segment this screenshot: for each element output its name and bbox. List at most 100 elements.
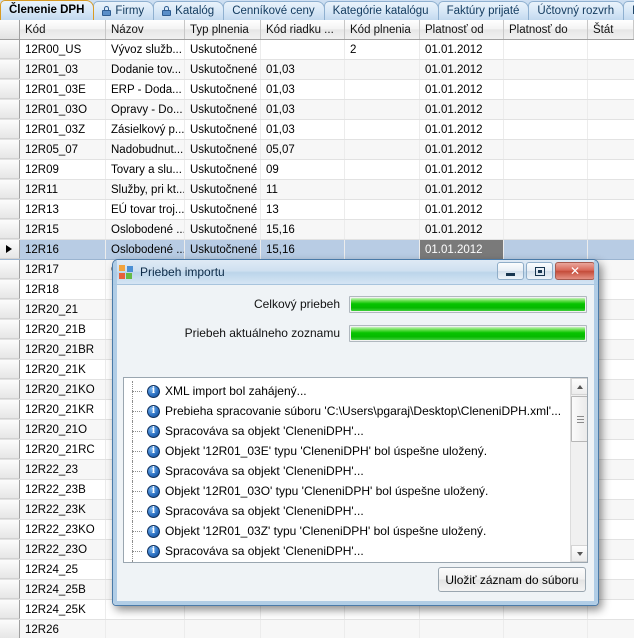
table-cell[interactable]: 12R20_21KR	[20, 400, 106, 419]
table-cell[interactable]: 12R09	[20, 160, 106, 179]
table-cell[interactable]: 12R22_23B	[20, 480, 106, 499]
table-cell[interactable]: 12R22_23KO	[20, 520, 106, 539]
table-cell[interactable]: Uskutočnené	[185, 160, 261, 179]
table-cell[interactable]	[420, 620, 504, 638]
row-indicator[interactable]	[0, 160, 20, 179]
table-cell[interactable]	[588, 100, 634, 119]
table-cell[interactable]: ERP - Doda...	[106, 80, 185, 99]
table-cell[interactable]	[504, 120, 588, 139]
row-indicator[interactable]	[0, 200, 20, 219]
row-indicator[interactable]	[0, 140, 20, 159]
table-cell[interactable]: 01,03	[261, 80, 345, 99]
row-indicator[interactable]	[0, 600, 20, 619]
table-cell[interactable]: 12R13	[20, 200, 106, 219]
table-cell[interactable]	[504, 180, 588, 199]
table-cell[interactable]	[504, 620, 588, 638]
row-indicator[interactable]	[0, 60, 20, 79]
table-cell[interactable]	[345, 140, 420, 159]
row-indicator[interactable]	[0, 540, 20, 559]
table-cell[interactable]: 09	[261, 160, 345, 179]
table-cell[interactable]: Opravy - Do...	[106, 100, 185, 119]
table-cell[interactable]: Uskutočnené	[185, 80, 261, 99]
row-indicator[interactable]	[0, 500, 20, 519]
table-cell[interactable]	[504, 40, 588, 59]
table-cell[interactable]: 12R01_03	[20, 60, 106, 79]
table-cell[interactable]	[588, 140, 634, 159]
table-cell[interactable]: 01.01.2012	[420, 220, 504, 239]
list-item[interactable]: iObjekt '12R20_21KO' typu 'CleneniDPH' b…	[124, 561, 570, 562]
list-item[interactable]: i Spracováva sa objekt 'CleneniDPH'...	[124, 501, 570, 521]
table-cell[interactable]	[588, 620, 634, 638]
row-indicator[interactable]	[0, 280, 20, 299]
table-cell[interactable]: 01.01.2012	[420, 120, 504, 139]
list-item[interactable]: i Spracováva sa objekt 'CleneniDPH'...	[124, 461, 570, 481]
row-indicator[interactable]	[0, 100, 20, 119]
table-cell[interactable]: 12R20_21RC	[20, 440, 106, 459]
row-indicator[interactable]	[0, 560, 20, 579]
table-cell[interactable]	[588, 60, 634, 79]
table-cell[interactable]: 12R20_21BR	[20, 340, 106, 359]
table-row[interactable]: 12R00_US Vývoz služb... Uskutočnené 2 01.01.…	[0, 40, 634, 60]
table-cell[interactable]: 01.01.2012	[420, 40, 504, 59]
row-indicator[interactable]	[0, 340, 20, 359]
list-item[interactable]: i Objekt '12R01_03O' typu 'CleneniDPH' bo…	[124, 481, 570, 501]
table-cell[interactable]: 12R18	[20, 280, 106, 299]
table-cell[interactable]: 12R00_US	[20, 40, 106, 59]
grid-header-kod-plnenia[interactable]: Kód plnenia	[345, 20, 420, 39]
table-cell[interactable]: Oslobodené ...	[106, 220, 185, 239]
tab-3[interactable]: Cenníkové ceny	[223, 1, 325, 20]
table-cell[interactable]: 12R22_23	[20, 460, 106, 479]
table-cell[interactable]: 01,03	[261, 100, 345, 119]
minimize-button[interactable]	[497, 262, 524, 280]
tab-0[interactable]: Členenie DPH	[0, 0, 95, 20]
table-cell[interactable]	[588, 240, 634, 259]
table-cell[interactable]	[106, 620, 185, 638]
table-cell[interactable]: 01.01.2012	[420, 180, 504, 199]
table-cell[interactable]	[345, 160, 420, 179]
table-cell[interactable]: 01.01.2012	[420, 200, 504, 219]
table-cell[interactable]: 12R20_21KO	[20, 380, 106, 399]
table-cell[interactable]: 12R20_21B	[20, 320, 106, 339]
table-cell[interactable]	[345, 180, 420, 199]
table-cell[interactable]: Uskutočnené	[185, 40, 261, 59]
table-cell[interactable]	[588, 120, 634, 139]
table-cell[interactable]	[588, 220, 634, 239]
table-row[interactable]: 12R09 Tovary a slu... Uskutočnené 09 01.01.2…	[0, 160, 634, 180]
row-indicator[interactable]	[0, 580, 20, 599]
table-cell[interactable]: 12R24_25K	[20, 600, 106, 619]
table-cell[interactable]: 01.01.2012	[420, 140, 504, 159]
table-cell[interactable]	[345, 100, 420, 119]
row-indicator[interactable]	[0, 460, 20, 479]
table-cell[interactable]	[261, 40, 345, 59]
table-cell[interactable]: Uskutočnené	[185, 120, 261, 139]
table-cell[interactable]: 01,03	[261, 60, 345, 79]
table-cell[interactable]	[504, 100, 588, 119]
close-button[interactable]: ✕	[555, 262, 595, 280]
row-indicator[interactable]	[0, 320, 20, 339]
table-cell[interactable]: Oslobodené ...	[106, 240, 185, 259]
log-list[interactable]: i XML import bol zahájený... i Prebieha spr…	[123, 377, 588, 563]
table-cell[interactable]	[345, 220, 420, 239]
table-cell[interactable]: 12R11	[20, 180, 106, 199]
list-item[interactable]: i Prebieha spracovanie súboru 'C:\Users\p…	[124, 401, 570, 421]
row-indicator[interactable]	[0, 360, 20, 379]
grid-header-platnost-od[interactable]: Platnosť od	[420, 20, 504, 39]
table-row[interactable]: 12R26	[0, 620, 634, 638]
row-indicator[interactable]	[0, 620, 20, 638]
row-indicator[interactable]	[0, 80, 20, 99]
table-row[interactable]: 12R11 Služby, pri kt... Uskutočnené 11 01.01…	[0, 180, 634, 200]
tab-7[interactable]: Pr	[623, 1, 634, 20]
table-row[interactable]: 12R05_07 Nadobudnut... Uskutočnené 05,07 01.…	[0, 140, 634, 160]
table-cell[interactable]: 01.01.2012	[420, 240, 504, 259]
table-cell[interactable]	[345, 200, 420, 219]
table-cell[interactable]: Uskutočnené	[185, 180, 261, 199]
table-cell[interactable]	[345, 240, 420, 259]
table-cell[interactable]: 12R22_23O	[20, 540, 106, 559]
list-item[interactable]: i XML import bol zahájený...	[124, 381, 570, 401]
table-cell[interactable]: Uskutočnené	[185, 60, 261, 79]
table-cell[interactable]: Služby, pri kt...	[106, 180, 185, 199]
table-cell[interactable]	[588, 180, 634, 199]
table-cell[interactable]: 12R15	[20, 220, 106, 239]
row-indicator[interactable]	[0, 120, 20, 139]
table-row[interactable]: 12R01_03E ERP - Doda... Uskutočnené 01,03 01…	[0, 80, 634, 100]
